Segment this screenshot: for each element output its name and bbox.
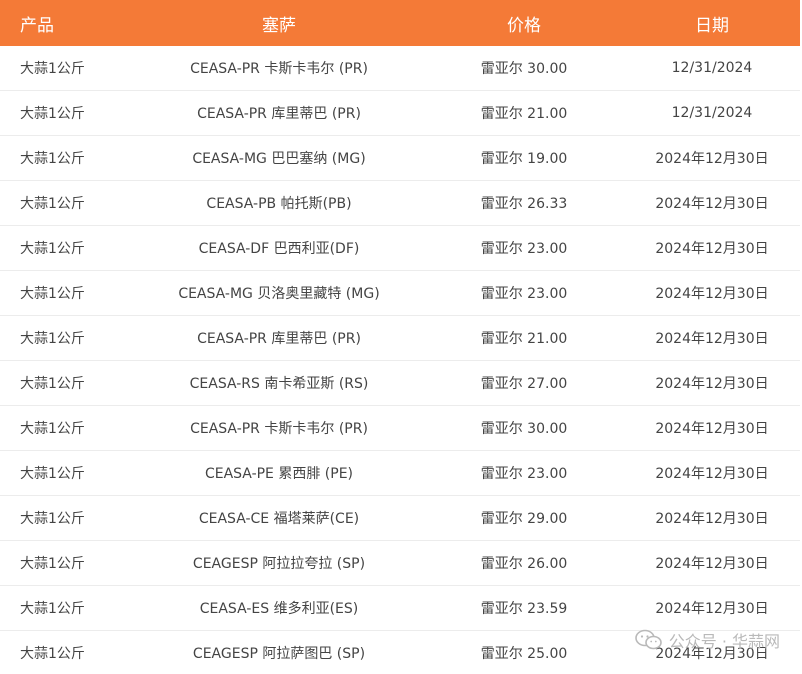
cell-date: 2024年12月30日: [655, 466, 769, 482]
cell-price: 雷亚尔 30.00: [480, 61, 568, 77]
header-ceasa[interactable]: 塞萨: [134, 11, 424, 36]
cell-date: 2024年12月30日: [655, 556, 769, 572]
cell-ceasa: CEASA-PE 累西腓 (PE): [204, 466, 354, 482]
cell-ceasa: CEASA-MG 贝洛奥里藏特 (MG): [178, 286, 380, 302]
cell-price: 雷亚尔 26.33: [480, 196, 568, 212]
cell-ceasa: CEAGESP 阿拉萨图巴 (SP): [192, 646, 366, 662]
cell-product: 大蒜1公斤: [20, 511, 85, 527]
cell-price: 雷亚尔 21.00: [480, 106, 568, 122]
cell-ceasa: CEASA-ES 维多利亚(ES): [199, 601, 359, 617]
cell-date: 2024年12月30日: [655, 331, 769, 347]
cell-date: 2024年12月30日: [655, 421, 769, 437]
table-row[interactable]: 大蒜1公斤 CEAGESP 阿拉拉夸拉 (SP) 雷亚尔 26.00 2024年12月…: [0, 541, 800, 586]
cell-product: 大蒜1公斤: [20, 61, 85, 77]
cell-product: 大蒜1公斤: [20, 601, 85, 617]
cell-product: 大蒜1公斤: [20, 466, 85, 482]
cell-date: 2024年12月30日: [655, 241, 769, 257]
cell-product: 大蒜1公斤: [20, 556, 85, 572]
table-row[interactable]: 大蒜1公斤 CEASA-PE 累西腓 (PE) 雷亚尔 23.00 2024年12月3…: [0, 451, 800, 496]
cell-price: 雷亚尔 23.59: [480, 601, 568, 617]
cell-price: 雷亚尔 23.00: [480, 466, 568, 482]
cell-price: 雷亚尔 21.00: [480, 331, 568, 347]
cell-price: 雷亚尔 23.00: [480, 286, 568, 302]
cell-product: 大蒜1公斤: [20, 106, 85, 122]
cell-date: 2024年12月30日: [655, 646, 769, 662]
cell-product: 大蒜1公斤: [20, 286, 85, 302]
table-row[interactable]: 大蒜1公斤 CEASA-PB 帕托斯(PB) 雷亚尔 26.33 2024年12月30…: [0, 181, 800, 226]
cell-date: 2024年12月30日: [655, 376, 769, 392]
cell-ceasa: CEASA-MG 巴巴塞纳 (MG): [192, 151, 366, 167]
cell-ceasa: CEASA-PR 卡斯卡韦尔 (PR): [190, 61, 368, 77]
cell-product: 大蒜1公斤: [20, 421, 85, 437]
cell-ceasa: CEASA-PB 帕托斯(PB): [206, 196, 352, 212]
cell-product: 大蒜1公斤: [20, 331, 85, 347]
cell-price: 雷亚尔 30.00: [480, 421, 568, 437]
header-date[interactable]: 日期: [624, 11, 800, 36]
header-product[interactable]: 产品: [0, 11, 134, 36]
table-row[interactable]: 大蒜1公斤 CEASA-PR 卡斯卡韦尔 (PR) 雷亚尔 30.00 12/31/2…: [0, 46, 800, 91]
cell-product: 大蒜1公斤: [20, 241, 85, 257]
table-row[interactable]: 大蒜1公斤 CEASA-RS 南卡希亚斯 (RS) 雷亚尔 27.00 2024年12…: [0, 361, 800, 406]
cell-date: 2024年12月30日: [655, 286, 769, 302]
cell-product: 大蒜1公斤: [20, 646, 85, 662]
cell-product: 大蒜1公斤: [20, 376, 85, 392]
cell-ceasa: CEASA-RS 南卡希亚斯 (RS): [189, 376, 369, 392]
cell-ceasa: CEAGESP 阿拉拉夸拉 (SP): [192, 556, 366, 572]
cell-price: 雷亚尔 19.00: [480, 151, 568, 167]
cell-date: 2024年12月30日: [655, 601, 769, 617]
cell-product: 大蒜1公斤: [20, 151, 85, 167]
table-row[interactable]: 大蒜1公斤 CEASA-ES 维多利亚(ES) 雷亚尔 23.59 2024年12月3…: [0, 586, 800, 631]
cell-date: 2024年12月30日: [655, 196, 769, 212]
table-row[interactable]: 大蒜1公斤 CEASA-PR 库里蒂巴 (PR) 雷亚尔 21.00 2024年12月…: [0, 316, 800, 361]
table-row[interactable]: 大蒜1公斤 CEASA-MG 巴巴塞纳 (MG) 雷亚尔 19.00 2024年12月…: [0, 136, 800, 181]
cell-price: 雷亚尔 27.00: [480, 376, 568, 392]
cell-date: 2024年12月30日: [655, 151, 769, 167]
table-row[interactable]: 大蒜1公斤 CEASA-DF 巴西利亚(DF) 雷亚尔 23.00 2024年12月3…: [0, 226, 800, 271]
cell-price: 雷亚尔 29.00: [480, 511, 568, 527]
cell-ceasa: CEASA-PR 库里蒂巴 (PR): [197, 106, 361, 122]
cell-ceasa: CEASA-DF 巴西利亚(DF): [198, 241, 360, 257]
cell-ceasa: CEASA-PR 卡斯卡韦尔 (PR): [190, 421, 368, 437]
cell-date: 12/31/2024: [671, 60, 753, 76]
price-table: 产品 塞萨 价格 日期 大蒜1公斤 CEASA-PR 卡斯卡韦尔 (PR) 雷亚尔 …: [0, 0, 800, 674]
cell-ceasa: CEASA-CE 福塔莱萨(CE): [198, 511, 360, 527]
cell-date: 12/31/2024: [671, 105, 753, 121]
table-row[interactable]: 大蒜1公斤 CEAGESP 阿拉萨图巴 (SP) 雷亚尔 25.00 2024年12月…: [0, 631, 800, 674]
header-price[interactable]: 价格: [424, 11, 624, 36]
cell-product: 大蒜1公斤: [20, 196, 85, 212]
cell-price: 雷亚尔 23.00: [480, 241, 568, 257]
table-body: 大蒜1公斤 CEASA-PR 卡斯卡韦尔 (PR) 雷亚尔 30.00 12/31/2…: [0, 46, 800, 674]
cell-price: 雷亚尔 26.00: [480, 556, 568, 572]
table-row[interactable]: 大蒜1公斤 CEASA-PR 卡斯卡韦尔 (PR) 雷亚尔 30.00 2024年12…: [0, 406, 800, 451]
cell-ceasa: CEASA-PR 库里蒂巴 (PR): [197, 331, 361, 347]
cell-date: 2024年12月30日: [655, 511, 769, 527]
cell-price: 雷亚尔 25.00: [480, 646, 568, 662]
table-row[interactable]: 大蒜1公斤 CEASA-PR 库里蒂巴 (PR) 雷亚尔 21.00 12/31/20…: [0, 91, 800, 136]
table-row[interactable]: 大蒜1公斤 CEASA-MG 贝洛奥里藏特 (MG) 雷亚尔 23.00 2024年1…: [0, 271, 800, 316]
table-row[interactable]: 大蒜1公斤 CEASA-CE 福塔莱萨(CE) 雷亚尔 29.00 2024年12月3…: [0, 496, 800, 541]
table-header: 产品 塞萨 价格 日期: [0, 0, 800, 46]
